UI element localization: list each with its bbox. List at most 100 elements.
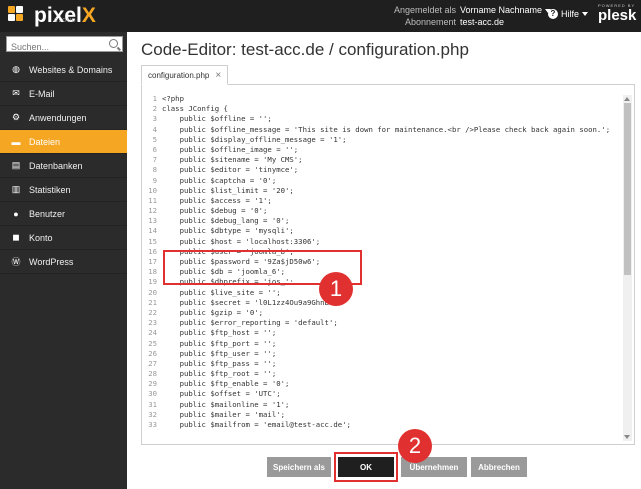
line-number: 12 [148,206,157,216]
sidebar-item-datenbanken[interactable]: ▤ Datenbanken [0,154,127,178]
code-line: 25 public $ftp_port = ''; [145,339,625,349]
line-number: 22 [148,307,157,317]
line-number: 9 [152,175,157,185]
code-line: 21 public $secret = 'l0L1zz4Ou9a9GhnE'; [145,298,625,308]
code-text: public $access = '1'; [162,195,272,205]
code-line: 24 public $ftp_host = ''; [145,328,625,338]
save-as-button[interactable]: Speichern als [267,457,331,477]
sidebar-item-dateien[interactable]: ▬ Dateien [0,130,127,154]
code-line: 5 public $display_offline_message = '1'; [145,135,625,145]
code-line: 11 public $access = '1'; [145,196,625,206]
code-line: 29 public $ftp_enable = '0'; [145,379,625,389]
sidebar-item-statistiken[interactable]: ▥ Statistiken [0,178,127,202]
line-number: 32 [148,409,157,419]
line-number: 31 [148,399,157,409]
logo-text: pixelX [34,4,96,27]
code-text: public $ftp_port = ''; [162,338,277,348]
chevron-down-icon [582,12,589,16]
close-icon[interactable]: × [215,70,221,81]
code-line: 12 public $debug = '0'; [145,206,625,216]
sidebar-item-label: Dateien [29,136,61,147]
code-line: 22 public $gzip = '0'; [145,308,625,318]
line-number: 14 [148,226,157,236]
code-text: public $captcha = '0'; [162,175,277,185]
pixelx-logo[interactable]: pixelX [8,4,96,28]
sidebar-item-anwendungen[interactable]: ⚙ Anwendungen [0,106,127,130]
top-bar: pixelX CLOUD Angemeldet als Vorname Nachn… [0,0,641,32]
code-line: 30 public $offset = 'UTC'; [145,389,625,399]
code-text: public $gzip = '0'; [162,307,264,317]
line-number: 6 [152,144,157,154]
scroll-thumb[interactable] [624,103,631,275]
sidebar-item-wordpress[interactable]: Ⓦ WordPress [0,250,127,274]
code-text: public $debug = '0'; [162,206,268,216]
folder-icon: ▬ [11,136,21,147]
line-number: 33 [148,420,157,429]
code-text: public $live_site = ''; [162,287,281,297]
code-line: 8 public $editor = 'tinymce'; [145,165,625,175]
subscription-label: Abonnement [404,17,456,27]
sidebar-item-benutzer[interactable]: ● Benutzer [0,202,127,226]
code-line: 15 public $host = 'localhost:3306'; [145,237,625,247]
code-text: public $ftp_host = ''; [162,328,277,338]
code-text: public $secret = 'l0L1zz4Ou9a9GhnE'; [162,297,338,307]
subscription-value[interactable]: test-acc.de [460,17,504,27]
ok-button[interactable]: OK [338,457,394,477]
user-menu[interactable]: Vorname Nachname [460,5,552,15]
scroll-up-icon[interactable] [624,97,630,101]
line-number: 11 [148,195,157,205]
bar-chart-icon: ▥ [11,184,21,194]
code-text: public $offline_image = ''; [162,144,299,154]
line-number: 19 [148,277,157,287]
sidebar-nav: ◍ Websites & Domains ✉ E-Mail ⚙ Anwendungen ▬ D… [0,58,127,274]
page-title: Code-Editor: test-acc.de / configuration… [141,40,469,59]
code-line: 7 public $sitename = 'My CMS'; [145,155,625,165]
account-info: Angemeldet als Vorname Nachname Abonnemen… [370,4,552,28]
code-line: 33 public $mailfrom = 'email@test-acc.de… [145,420,625,430]
line-number: 3 [152,114,157,124]
sidebar-item-websites-domains[interactable]: ◍ Websites & Domains [0,58,127,82]
search-icon[interactable] [109,39,118,48]
code-text: public $offline_message = 'This site is … [162,124,611,134]
code-line: 10 public $list_limit = '20'; [145,186,625,196]
code-line: 13 public $debug_lang = '0'; [145,216,625,226]
logo-mark-icon [8,6,30,26]
sidebar-item-label: WordPress [29,256,74,267]
line-number: 1 [152,94,157,103]
line-number: 25 [148,338,157,348]
line-number: 30 [148,389,157,399]
line-number: 16 [148,246,157,256]
logo-subtitle: CLOUD [54,18,77,24]
help-menu[interactable]: ? Hilfe [548,9,589,19]
sidebar-item-label: Websites & Domains [29,64,113,75]
cancel-button[interactable]: Abbrechen [471,457,527,477]
code-text: public $mailer = 'mail'; [162,409,286,419]
wordpress-icon: Ⓦ [11,257,21,267]
code-line: 32 public $mailer = 'mail'; [145,410,625,420]
editor-scrollbar[interactable] [623,95,632,441]
sidebar-item-label: Datenbanken [29,160,83,171]
code-text: public $dbtype = 'mysqli'; [162,226,294,236]
line-number: 18 [148,267,157,277]
sidebar-item-label: Statistiken [29,184,71,195]
code-line: 26 public $ftp_user = ''; [145,349,625,359]
scroll-down-icon[interactable] [624,435,630,439]
code-line: 1 <?php [145,94,625,104]
line-number: 21 [148,297,157,307]
sidebar-item-konto[interactable]: ◼ Konto [0,226,127,250]
line-number: 13 [148,216,157,226]
code-text: public $ftp_user = ''; [162,348,277,358]
tab-configuration-php[interactable]: configuration.php × [141,65,229,85]
user-icon: ● [13,208,19,219]
help-label: Hilfe [561,9,580,19]
code-text: class JConfig { [162,104,228,114]
sidebar-item-e-mail[interactable]: ✉ E-Mail [0,82,127,106]
code-line: 2 class JConfig { [145,104,625,114]
sidebar-item-label: Anwendungen [29,112,87,123]
logged-in-label: Angemeldet als [393,5,456,15]
line-number: 29 [148,379,157,389]
search-input[interactable] [7,40,103,54]
line-number: 23 [148,318,157,328]
code-line: 23 public $error_reporting = 'default'; [145,318,625,328]
gear-icon: ⚙ [11,112,21,122]
